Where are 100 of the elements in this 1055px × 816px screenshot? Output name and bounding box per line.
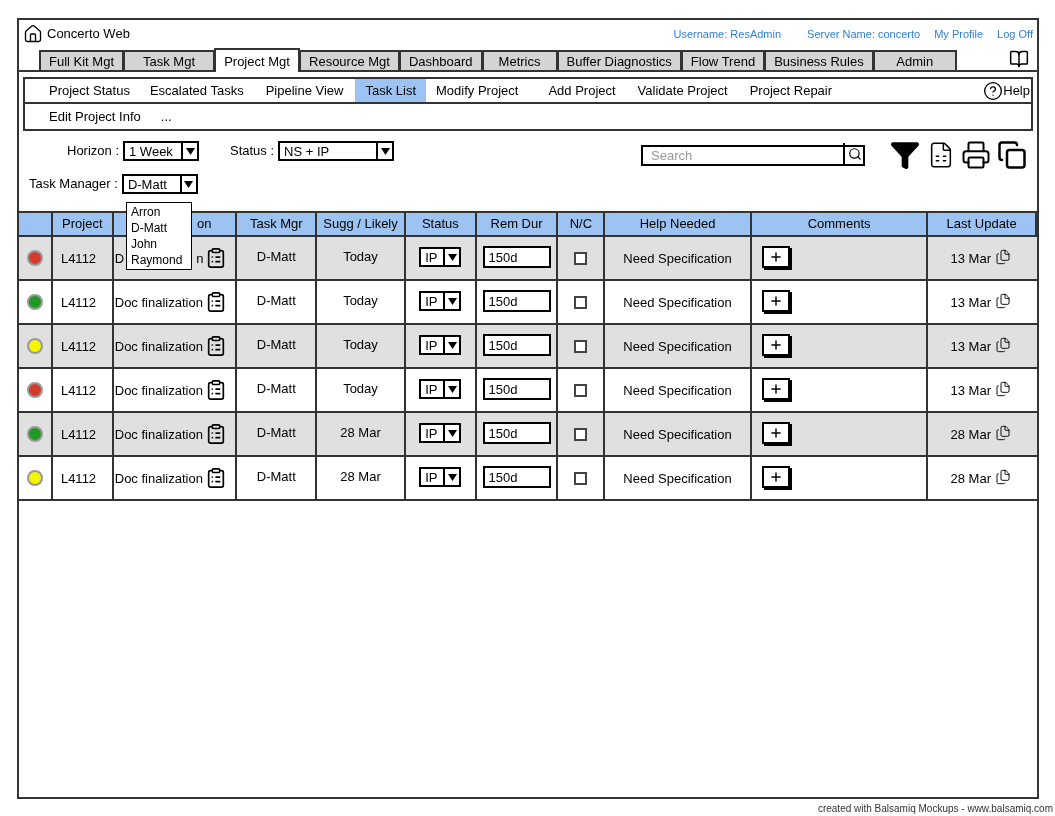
dropdown-option[interactable]: Arron: [131, 204, 187, 220]
copy-icon[interactable]: [995, 469, 1011, 485]
header-link[interactable]: Log Off: [997, 25, 1033, 43]
table-cell-text: Need Specification: [623, 426, 732, 444]
dropdown-arrow-icon: [447, 473, 457, 481]
subnav-link[interactable]: Project Repair: [739, 79, 843, 102]
table-cell-text: Doc finalization: [114, 426, 203, 444]
add-comment-button[interactable]: [761, 466, 790, 488]
nav-tab[interactable]: Admin: [872, 50, 957, 70]
dropdown-option[interactable]: Raymond: [131, 252, 187, 268]
table-cell-text: 28 Mar: [950, 470, 991, 488]
subnav-link[interactable]: Pipeline View: [255, 79, 354, 102]
add-comment-button[interactable]: [761, 422, 790, 444]
table-cell-text: D-Matt: [256, 248, 296, 266]
copy-icon[interactable]: [995, 381, 1011, 397]
table-cell-text: Doc finalization: [114, 294, 203, 312]
table-cell-text: Today: [343, 248, 378, 266]
subnav-link[interactable]: Modify Project: [426, 79, 529, 102]
input-field[interactable]: 150d: [482, 246, 551, 268]
status-select[interactable]: IP: [419, 379, 462, 399]
search-field[interactable]: Search: [641, 145, 865, 166]
input-field[interactable]: 150d: [482, 378, 551, 400]
table-cell-text: D-Matt: [256, 292, 296, 310]
table-cell-text: Today: [343, 292, 378, 310]
table-cell-text: L4112: [60, 426, 97, 444]
copy-icon[interactable]: [995, 337, 1011, 353]
nav-tab[interactable]: Resource Mgt: [299, 50, 400, 70]
nav-tab[interactable]: Task Mgt: [123, 50, 215, 70]
add-comment-button[interactable]: [761, 378, 790, 400]
status-select[interactable]: IP: [419, 335, 462, 355]
nav-tab[interactable]: Project Mgt: [214, 48, 300, 72]
copy-icon[interactable]: [995, 249, 1011, 265]
table-cell-text: n: [196, 250, 204, 268]
table-cell-text: D-Matt: [256, 424, 296, 442]
dropdown-arrow-icon: [380, 147, 390, 155]
add-comment-button[interactable]: [761, 246, 790, 268]
table-cell-text: 13 Mar: [950, 250, 991, 268]
copy-icon[interactable]: [995, 293, 1011, 309]
header-link[interactable]: Server Name: concerto: [807, 25, 921, 43]
footer-credit: created with Balsamiq Mockups - www.balsamiq.com: [817, 802, 1053, 816]
input-field[interactable]: 150d: [482, 422, 551, 444]
table-cell-text: Doc finalization: [114, 470, 203, 488]
nav-tab[interactable]: Metrics: [481, 50, 558, 70]
checkbox[interactable]: [574, 296, 588, 309]
status-select[interactable]: IP: [419, 291, 462, 311]
printer-icon[interactable]: [961, 140, 991, 170]
subnav-link[interactable]: Project Status: [39, 79, 140, 102]
subnav-link[interactable]: Escalated Tasks: [139, 79, 254, 102]
column-header: Rem Dur: [490, 215, 543, 234]
copy-icon[interactable]: [995, 425, 1011, 441]
windows-icon[interactable]: [997, 140, 1027, 170]
subnav-link[interactable]: Validate Project: [627, 79, 738, 102]
search-icon: [848, 146, 862, 161]
help-button[interactable]: Help: [983, 80, 1030, 101]
dropdown-arrow-icon: [447, 385, 457, 393]
checkbox[interactable]: [574, 340, 588, 353]
add-comment-button[interactable]: [761, 334, 790, 356]
status-select[interactable]: IP: [419, 247, 462, 267]
checkbox[interactable]: [574, 384, 588, 397]
status-select[interactable]: IP: [419, 423, 462, 443]
checkbox[interactable]: [574, 472, 588, 485]
column-header: Project: [62, 215, 103, 234]
dropdown-option[interactable]: D-Matt: [131, 220, 187, 236]
nav-tab[interactable]: Dashboard: [398, 50, 483, 70]
input-field[interactable]: 150d: [482, 466, 551, 488]
checkbox[interactable]: [574, 428, 588, 441]
input-field[interactable]: 150d: [482, 334, 551, 356]
dropdown-arrow-icon: [447, 297, 457, 305]
subnav-link[interactable]: Add Project: [538, 79, 626, 102]
horizon-select[interactable]: 1 Week: [123, 141, 200, 161]
dropdown-option[interactable]: John: [131, 236, 187, 252]
book-icon[interactable]: [1009, 49, 1029, 69]
table-cell-text: 28 Mar: [950, 426, 991, 444]
filter-icon[interactable]: [889, 139, 921, 171]
nav-tab[interactable]: Flow Trend: [680, 50, 766, 70]
nav-tab[interactable]: Full Kit Mgt: [39, 50, 124, 70]
table-cell-text: Need Specification: [623, 470, 732, 488]
input-field[interactable]: 150d: [482, 290, 551, 312]
header-link[interactable]: My Profile: [934, 25, 984, 43]
dropdown-arrow-icon: [447, 429, 457, 437]
column-header: Status: [421, 215, 459, 234]
nav-tab[interactable]: Business Rules: [764, 50, 874, 70]
subnav-link[interactable]: Edit Project Info: [39, 104, 151, 129]
header-link[interactable]: Username: ResAdmin: [673, 25, 782, 43]
task-manager-label: Task Manager :: [29, 175, 118, 194]
table-cell-text: Doc finalization: [114, 338, 203, 356]
table-cell-text: D-Matt: [256, 380, 296, 398]
subnav-link[interactable]: Task List: [355, 79, 427, 102]
status-select[interactable]: IP: [419, 467, 462, 487]
add-comment-button[interactable]: [761, 290, 790, 312]
subnav-link[interactable]: ...: [150, 104, 182, 129]
checkbox[interactable]: [574, 252, 588, 265]
table-cell-text: Need Specification: [623, 338, 732, 356]
table-cell-text: L4112: [60, 470, 97, 488]
table-cell-text: 13 Mar: [950, 294, 991, 312]
task-manager-select[interactable]: D-Matt: [121, 174, 198, 194]
home-icon[interactable]: [23, 24, 43, 44]
nav-tab[interactable]: Buffer Diagnostics: [556, 50, 682, 70]
status-select[interactable]: NS + IP: [278, 141, 395, 161]
table-cell-text: D-Matt: [256, 468, 296, 486]
